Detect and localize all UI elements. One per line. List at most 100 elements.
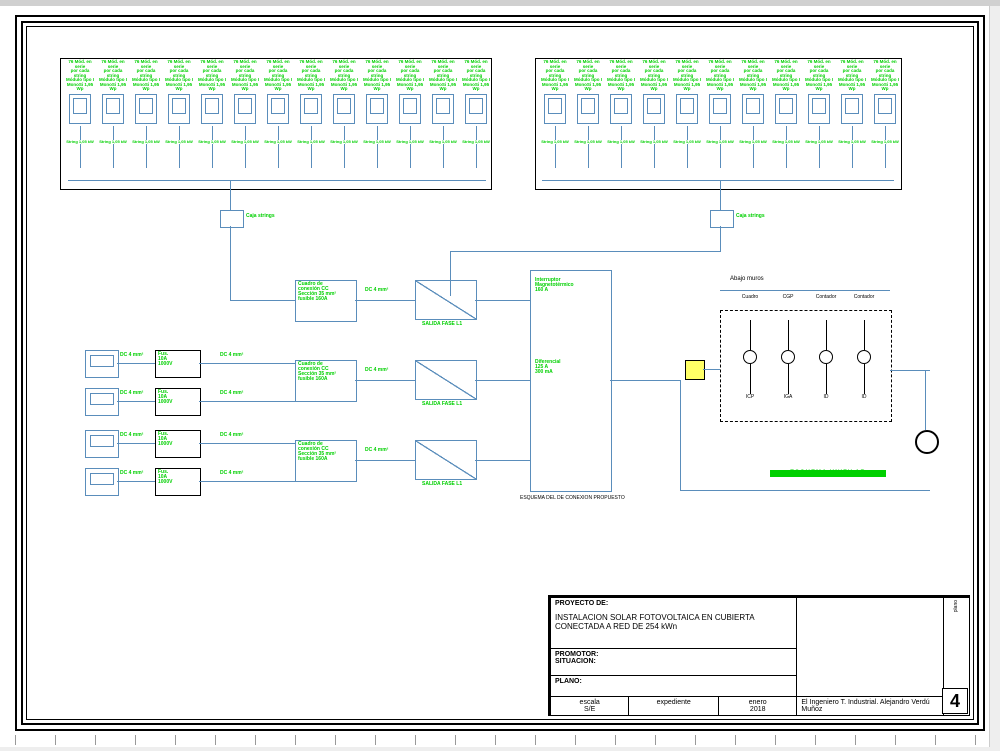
wire <box>355 380 415 381</box>
pv-module: 76 Mód. en serie por cada string Módulo … <box>329 60 359 168</box>
module-label-bottom: String 1,05 kW <box>98 140 128 144</box>
panel-icon <box>874 94 896 124</box>
pv-module: 76 Mód. en serie por cada string Módulo … <box>573 60 603 168</box>
proyecto-header: PROYECTO DE: <box>555 600 792 607</box>
inverter-symbol <box>685 360 705 380</box>
module-label-bottom: String 1,05 kW <box>573 140 603 144</box>
pv-module: 76 Mód. en serie por cada string Módulo … <box>672 60 702 168</box>
wire <box>199 363 295 364</box>
horizontal-scrollbar[interactable] <box>0 747 990 751</box>
label: Caja strings <box>246 214 275 219</box>
pv-module: 76 Mód. en serie por cada string Módulo … <box>131 60 161 168</box>
pv-module: 76 Mód. en serie por cada string Módulo … <box>296 60 326 168</box>
caption: ESQUEMA DEL DE CONEXION PROPUESTO <box>520 495 625 501</box>
label: Contador <box>850 294 878 300</box>
pv-module: 76 Mód. en serie por cada string Módulo … <box>98 60 128 168</box>
pv-module: 76 Mód. en serie por cada string Módulo … <box>870 60 900 168</box>
module-label-bottom: String 1,05 kW <box>362 140 392 144</box>
label: DC 4 mm² <box>120 391 143 396</box>
panel-icon <box>267 94 289 124</box>
module-label-bottom: String 1,05 kW <box>461 140 491 144</box>
wire <box>355 460 415 461</box>
panel-icon <box>610 94 632 124</box>
label: SALIDA FASE L1 <box>422 482 462 487</box>
protection-device: ID <box>854 320 874 410</box>
label: Cuadro <box>736 294 764 300</box>
label: Cuadro de conexión CC Sección 35 mm² fus… <box>298 282 336 302</box>
module-label-bottom: String 1,05 kW <box>837 140 867 144</box>
module-label-top: 76 Mód. en serie por cada string Módulo … <box>329 60 359 92</box>
pv-module: 76 Mód. en serie por cada string Módulo … <box>837 60 867 168</box>
dc-bus-left <box>68 180 486 181</box>
module-label-bottom: String 1,05 kW <box>672 140 702 144</box>
module-label-top: 76 Mód. en serie por cada string Módulo … <box>362 60 392 92</box>
escala-value: S/E <box>555 706 624 713</box>
module-label-top: 76 Mód. en serie por cada string Módulo … <box>98 60 128 92</box>
inverter-1 <box>415 280 477 320</box>
label: DC 4 mm² <box>365 448 388 453</box>
protection-device: ICP <box>740 320 760 410</box>
wire <box>230 300 295 301</box>
wire <box>680 380 681 490</box>
pv-module: 76 Mód. en serie por cada string Módulo … <box>738 60 768 168</box>
wire <box>703 369 720 370</box>
panel-icon <box>366 94 388 124</box>
panel-icon <box>333 94 355 124</box>
module-label-top: 76 Mód. en serie por cada string Módulo … <box>461 60 491 92</box>
app-toolbar[interactable] <box>0 0 1000 6</box>
label: Fus. 10A 1000V <box>158 390 172 405</box>
panel-icon <box>399 94 421 124</box>
module-label-bottom: String 1,05 kW <box>606 140 636 144</box>
pv-module: 76 Mód. en serie por cada string Módulo … <box>230 60 260 168</box>
panel-icon <box>168 94 190 124</box>
module-label-top: 76 Mód. en serie por cada string Módulo … <box>395 60 425 92</box>
module-label-top: 76 Mód. en serie por cada string Módulo … <box>540 60 570 92</box>
wire <box>890 370 930 371</box>
fecha-value: 2018 <box>723 706 792 713</box>
module-label-top: 76 Mód. en serie por cada string Módulo … <box>870 60 900 92</box>
pv-module-side <box>85 468 119 496</box>
escala-header: escala <box>555 699 624 706</box>
panel-icon <box>676 94 698 124</box>
wire <box>925 370 926 430</box>
sheet-number: 4 <box>942 688 968 714</box>
pv-module: 76 Mód. en serie por cada string Módulo … <box>639 60 669 168</box>
pv-module: 76 Mód. en serie por cada string Módulo … <box>263 60 293 168</box>
pv-module: 76 Mód. en serie por cada string Módulo … <box>395 60 425 168</box>
panel-icon <box>300 94 322 124</box>
pv-module: 76 Mód. en serie por cada string Módulo … <box>164 60 194 168</box>
wire <box>355 300 415 301</box>
module-label-bottom: String 1,05 kW <box>263 140 293 144</box>
pv-module: 76 Mód. en serie por cada string Módulo … <box>197 60 227 168</box>
pv-module: 76 Mód. en serie por cada string Módulo … <box>362 60 392 168</box>
label: DC 4 mm² <box>220 391 243 396</box>
wire <box>230 226 231 266</box>
wire <box>117 443 155 444</box>
pv-module: 76 Mód. en serie por cada string Módulo … <box>65 60 95 168</box>
plano-header: PLANO: <box>555 678 582 685</box>
detail-green-bar: ESQUEMA UNIFILAR <box>770 470 886 477</box>
promotor-header: PROMOTOR: <box>555 651 598 658</box>
side-label: plano <box>953 600 959 612</box>
module-label-bottom: String 1,05 kW <box>197 140 227 144</box>
module-label-top: 76 Mód. en serie por cada string Módulo … <box>131 60 161 92</box>
drawing-sheet: 76 Mód. en serie por cada string Módulo … <box>0 0 1000 751</box>
situacion-header: SITUACION: <box>555 658 596 665</box>
module-label-bottom: String 1,05 kW <box>296 140 326 144</box>
module-label-bottom: String 1,05 kW <box>639 140 669 144</box>
pv-module: 76 Mód. en serie por cada string Módulo … <box>428 60 458 168</box>
label: SALIDA FASE L1 <box>422 322 462 327</box>
wire <box>680 490 930 491</box>
proyecto-title: INSTALACION SOLAR FOTOVOLTAICA EN CUBIER… <box>555 613 792 631</box>
label: Fus. 10A 1000V <box>158 352 172 367</box>
panel-icon <box>841 94 863 124</box>
module-label-top: 76 Mód. en serie por cada string Módulo … <box>837 60 867 92</box>
vertical-scrollbar[interactable] <box>989 6 1000 751</box>
grid-meter-icon <box>915 430 939 454</box>
wire <box>117 363 155 364</box>
module-label-top: 76 Mód. en serie por cada string Módulo … <box>263 60 293 92</box>
wire <box>199 401 295 402</box>
panel-icon <box>201 94 223 124</box>
module-label-bottom: String 1,05 kW <box>65 140 95 144</box>
module-label-top: 76 Mód. en serie por cada string Módulo … <box>230 60 260 92</box>
